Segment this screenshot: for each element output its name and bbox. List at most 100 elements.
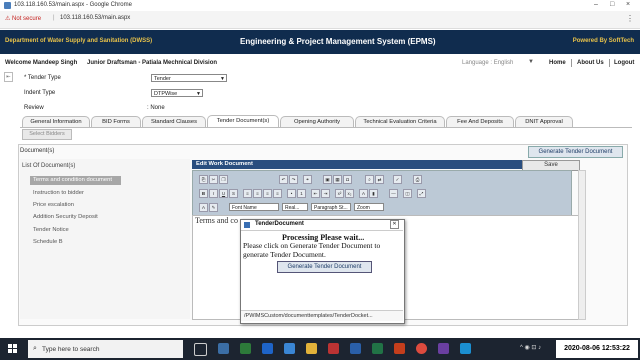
review-label: Review <box>24 105 44 111</box>
taskbar-app-icon[interactable] <box>438 343 449 354</box>
system-tray-icons[interactable]: ^ ◉ ⊡ ♪ <box>520 344 541 351</box>
paragraph-style-select[interactable]: Paragraph St... <box>311 203 351 211</box>
minimize-icon[interactable]: – <box>594 1 598 8</box>
outdent-icon[interactable]: ⇤ <box>311 189 320 198</box>
font-color-icon[interactable]: A <box>359 189 368 198</box>
indent-icon[interactable]: ⇥ <box>321 189 330 198</box>
collapse-toggle-icon[interactable]: ⇤ <box>4 72 13 82</box>
maximize-icon[interactable]: □ <box>610 1 614 8</box>
chrome-icon[interactable] <box>416 343 427 354</box>
app-header: Department of Water Supply and Sanitatio… <box>0 30 640 54</box>
browser-menu-icon[interactable]: ⋮ <box>626 14 634 23</box>
bold-icon[interactable]: B <box>199 189 208 198</box>
document-list-item[interactable]: Schedule B <box>30 238 63 247</box>
font-size-select[interactable]: Real... <box>282 203 308 211</box>
horizontal-rule-icon[interactable]: ― <box>389 189 398 198</box>
cut-icon[interactable]: ✂ <box>209 175 218 184</box>
underline-icon[interactable]: U <box>219 189 228 198</box>
taskbar-app-icon[interactable] <box>460 343 471 354</box>
nav-about-us[interactable]: About Us <box>577 60 604 66</box>
tender-type-select[interactable]: Tender ▼ <box>151 74 227 82</box>
taskbar-app-icon[interactable] <box>284 343 295 354</box>
zoom-select[interactable]: Zoom <box>354 203 384 211</box>
document-list-item[interactable]: Price escalation <box>30 201 74 210</box>
align-right-icon[interactable]: ≡ <box>263 189 272 198</box>
search-icon: ⌕ <box>33 345 37 352</box>
address-bar[interactable]: ⚠ Not secure | 103.118.160.53/main.aspx … <box>0 11 640 29</box>
align-center-icon[interactable]: ≡ <box>253 189 262 198</box>
taskbar-app-icon[interactable] <box>262 343 273 354</box>
undo-icon[interactable]: ↶ <box>279 175 288 184</box>
taskbar-clock[interactable]: 2020-08-06 12:53:22 <box>556 340 638 358</box>
indent-type-select[interactable]: DTPWise ▼ <box>151 89 203 97</box>
spellcheck-icon[interactable]: ✓ <box>393 175 402 184</box>
source-view-icon[interactable]: ◫ <box>403 189 412 198</box>
subscript-icon[interactable]: x₂ <box>345 189 354 198</box>
taskbar-app-icon[interactable] <box>328 343 339 354</box>
language-selector[interactable]: Language : English <box>462 60 513 66</box>
not-secure-label: Not secure <box>12 16 42 22</box>
link-icon[interactable]: ⚭ <box>303 175 312 184</box>
taskbar-app-icon[interactable] <box>218 343 229 354</box>
editor-scrollbar[interactable] <box>578 170 586 320</box>
language-dropdown-icon[interactable]: ▼ <box>528 59 534 65</box>
fullscreen-icon[interactable]: ⤢ <box>417 189 426 198</box>
word-icon[interactable] <box>350 343 361 354</box>
clear-format-icon[interactable]: ✎ <box>209 203 218 212</box>
nav-divider <box>571 59 572 67</box>
redo-icon[interactable]: ↷ <box>289 175 298 184</box>
paste-icon[interactable]: ⎘ <box>199 175 208 184</box>
italic-icon[interactable]: I <box>209 189 218 198</box>
special-char-icon[interactable]: Ω <box>343 175 352 184</box>
select-bidders-button[interactable]: Select Bidders <box>22 129 72 140</box>
chevron-down-icon: ▼ <box>220 76 225 82</box>
nav-logout[interactable]: Logout <box>614 60 634 66</box>
nav-divider <box>609 59 610 67</box>
not-secure-indicator[interactable]: ⚠ Not secure <box>5 15 41 22</box>
image-icon[interactable]: ▣ <box>323 175 332 184</box>
dialog-message: Please click on Generate Tender Document… <box>243 241 381 259</box>
dialog-generate-button[interactable]: Generate Tender Document <box>277 261 372 273</box>
user-bar: Welcome Mandeep Singh Junior Draftsman -… <box>0 58 640 70</box>
align-left-icon[interactable]: ≡ <box>243 189 252 198</box>
document-list-item[interactable]: Tender Notice <box>30 226 69 235</box>
dialog-title: TenderDocument <box>255 221 304 227</box>
strikethrough-icon[interactable]: S <box>229 189 238 198</box>
table-icon[interactable]: ▦ <box>333 175 342 184</box>
search-placeholder: Type here to search <box>42 346 100 353</box>
url-text[interactable]: 103.118.160.53/main.aspx <box>60 15 130 21</box>
user-role: Junior Draftsman - Patiala Mechnical Div… <box>87 60 218 66</box>
app-title: Engineering & Project Management System … <box>240 37 436 46</box>
highlight-icon[interactable]: ▮ <box>369 189 378 198</box>
find-icon[interactable]: ⌕ <box>365 175 374 184</box>
bulleted-list-icon[interactable]: • <box>287 189 296 198</box>
excel-icon[interactable] <box>372 343 383 354</box>
numbered-list-icon[interactable]: 1 <box>297 189 306 198</box>
tender-type-label: * Tender Type <box>24 75 61 81</box>
taskbar-app-icon[interactable] <box>240 343 251 354</box>
font-name-select[interactable]: Font Name <box>229 203 279 211</box>
indent-type-value: DTPWise <box>154 91 178 97</box>
chevron-down-icon: ▼ <box>196 91 201 97</box>
superscript-icon[interactable]: x² <box>335 189 344 198</box>
copy-icon[interactable]: ❐ <box>219 175 228 184</box>
close-icon[interactable]: ✕ <box>390 220 399 229</box>
editor-toolbar: ⎘ ✂ ❐ ↶ ↷ ⚭ ▣ ▦ Ω ⌕ ⇄ ✓ ⎙ B I U S ≡ ≡ ≡ … <box>192 170 572 216</box>
nav-home[interactable]: Home <box>549 60 566 66</box>
justify-icon[interactable]: ≡ <box>273 189 282 198</box>
windows-start-icon[interactable] <box>8 344 18 354</box>
dialog-icon <box>244 222 250 228</box>
document-list-item[interactable]: Addition Security Deposit <box>30 213 98 222</box>
powerpoint-icon[interactable] <box>394 343 405 354</box>
print-icon[interactable]: ⎙ <box>413 175 422 184</box>
generate-tender-document-button[interactable]: Generate Tender Document <box>528 146 623 158</box>
task-view-icon[interactable] <box>194 343 207 356</box>
document-list-item[interactable]: Terms and condition document <box>30 176 121 185</box>
file-explorer-icon[interactable] <box>306 343 317 354</box>
close-window-icon[interactable]: × <box>626 1 630 8</box>
documents-label: Document(s) <box>20 148 55 154</box>
document-list-item[interactable]: Instruction to bidder <box>30 189 84 198</box>
format-icon[interactable]: A <box>199 203 208 212</box>
editor-body-text: Terms and co <box>195 216 238 225</box>
replace-icon[interactable]: ⇄ <box>375 175 384 184</box>
